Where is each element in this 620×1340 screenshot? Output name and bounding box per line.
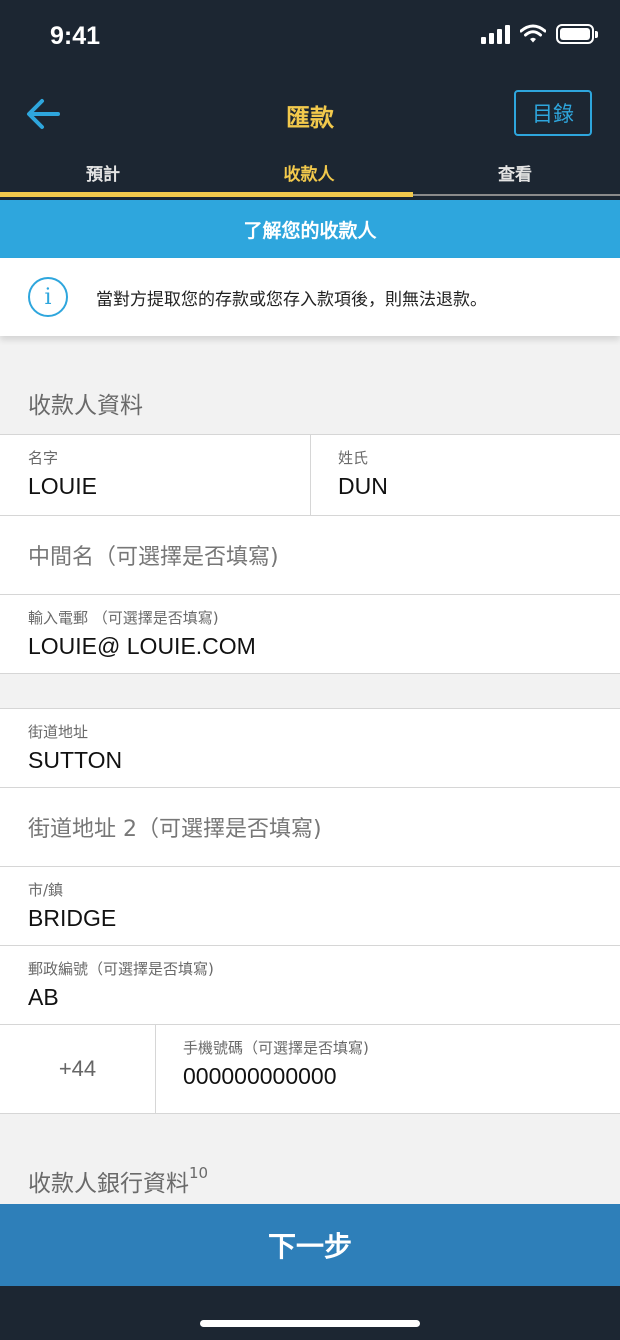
tab-review[interactable]: 查看 bbox=[412, 152, 618, 200]
status-icons bbox=[481, 24, 598, 44]
name-row: 名字 LOUIE 姓氏 DUN bbox=[0, 434, 620, 516]
postcode-value: AB bbox=[28, 984, 59, 1010]
middle-name-field[interactable]: 中間名（可選擇是否填寫) bbox=[0, 515, 620, 595]
email-field[interactable]: 輸入電郵 （可選擇是否填寫) LOUIE@ LOUIE.COM bbox=[0, 594, 620, 674]
first-name-field[interactable]: 名字 LOUIE bbox=[0, 435, 310, 515]
signal-icon bbox=[481, 24, 510, 44]
phone-row: +44 手機號碼（可選擇是否填寫) 000000000000 bbox=[0, 1024, 620, 1114]
postcode-label: 郵政編號（可選擇是否填寫) bbox=[28, 960, 214, 978]
street-label: 街道地址 bbox=[28, 723, 89, 741]
last-name-value: DUN bbox=[338, 473, 388, 499]
city-label: 市/鎮 bbox=[28, 881, 64, 899]
phone-value: 000000000000 bbox=[183, 1063, 337, 1089]
city-value: BRIDGE bbox=[28, 905, 117, 931]
phone-label: 手機號碼（可選擇是否填寫) bbox=[183, 1039, 369, 1057]
postcode-field[interactable]: 郵政編號（可選擇是否填寫) AB bbox=[0, 945, 620, 1025]
wifi-icon bbox=[520, 24, 546, 43]
tab-progress-active bbox=[0, 192, 413, 197]
country-code-selector[interactable]: +44 bbox=[0, 1025, 155, 1113]
home-indicator[interactable] bbox=[200, 1320, 420, 1327]
status-time: 9:41 bbox=[50, 22, 101, 50]
battery-icon bbox=[556, 24, 598, 44]
first-name-label: 名字 bbox=[28, 449, 59, 467]
street2-field[interactable]: 街道地址 2（可選擇是否填寫) bbox=[0, 787, 620, 867]
bank-section-title-text: 收款人銀行資料 bbox=[28, 1171, 189, 1197]
app-header: 9:41 匯款 目錄 預計 收款人 查看 bbox=[0, 0, 620, 200]
email-value: LOUIE@ LOUIE.COM bbox=[28, 633, 256, 659]
next-button[interactable]: 下一步 bbox=[0, 1204, 620, 1286]
street-value: SUTTON bbox=[28, 747, 123, 773]
refund-notice: i 當對方提取您的存款或您存入款項後，則無法退款。 bbox=[0, 258, 620, 336]
email-label: 輸入電郵 （可選擇是否填寫) bbox=[28, 609, 219, 627]
street-field[interactable]: 街道地址 SUTTON bbox=[0, 708, 620, 788]
middle-name-placeholder: 中間名（可選擇是否填寫) bbox=[28, 545, 279, 570]
notice-text: 當對方提取您的存款或您存入款項後，則無法退款。 bbox=[96, 289, 487, 310]
bank-section-title: 收款人銀行資料10 bbox=[28, 1164, 208, 1198]
last-name-label: 姓氏 bbox=[338, 449, 369, 467]
bottom-bar bbox=[0, 1286, 620, 1340]
directory-button[interactable]: 目錄 bbox=[514, 90, 592, 136]
info-icon: i bbox=[28, 277, 68, 317]
tab-progress-rest bbox=[413, 194, 620, 196]
first-name-value: LOUIE bbox=[28, 473, 98, 499]
last-name-field[interactable]: 姓氏 DUN bbox=[310, 435, 620, 515]
recipient-section-title: 收款人資料 bbox=[28, 393, 143, 419]
info-banner: 了解您的收款人 bbox=[0, 200, 620, 258]
street2-placeholder: 街道地址 2（可選擇是否填寫) bbox=[28, 817, 322, 842]
footnote-marker: 10 bbox=[189, 1164, 209, 1183]
phone-field[interactable]: 手機號碼（可選擇是否填寫) 000000000000 bbox=[155, 1025, 620, 1113]
city-field[interactable]: 市/鎮 BRIDGE bbox=[0, 866, 620, 946]
